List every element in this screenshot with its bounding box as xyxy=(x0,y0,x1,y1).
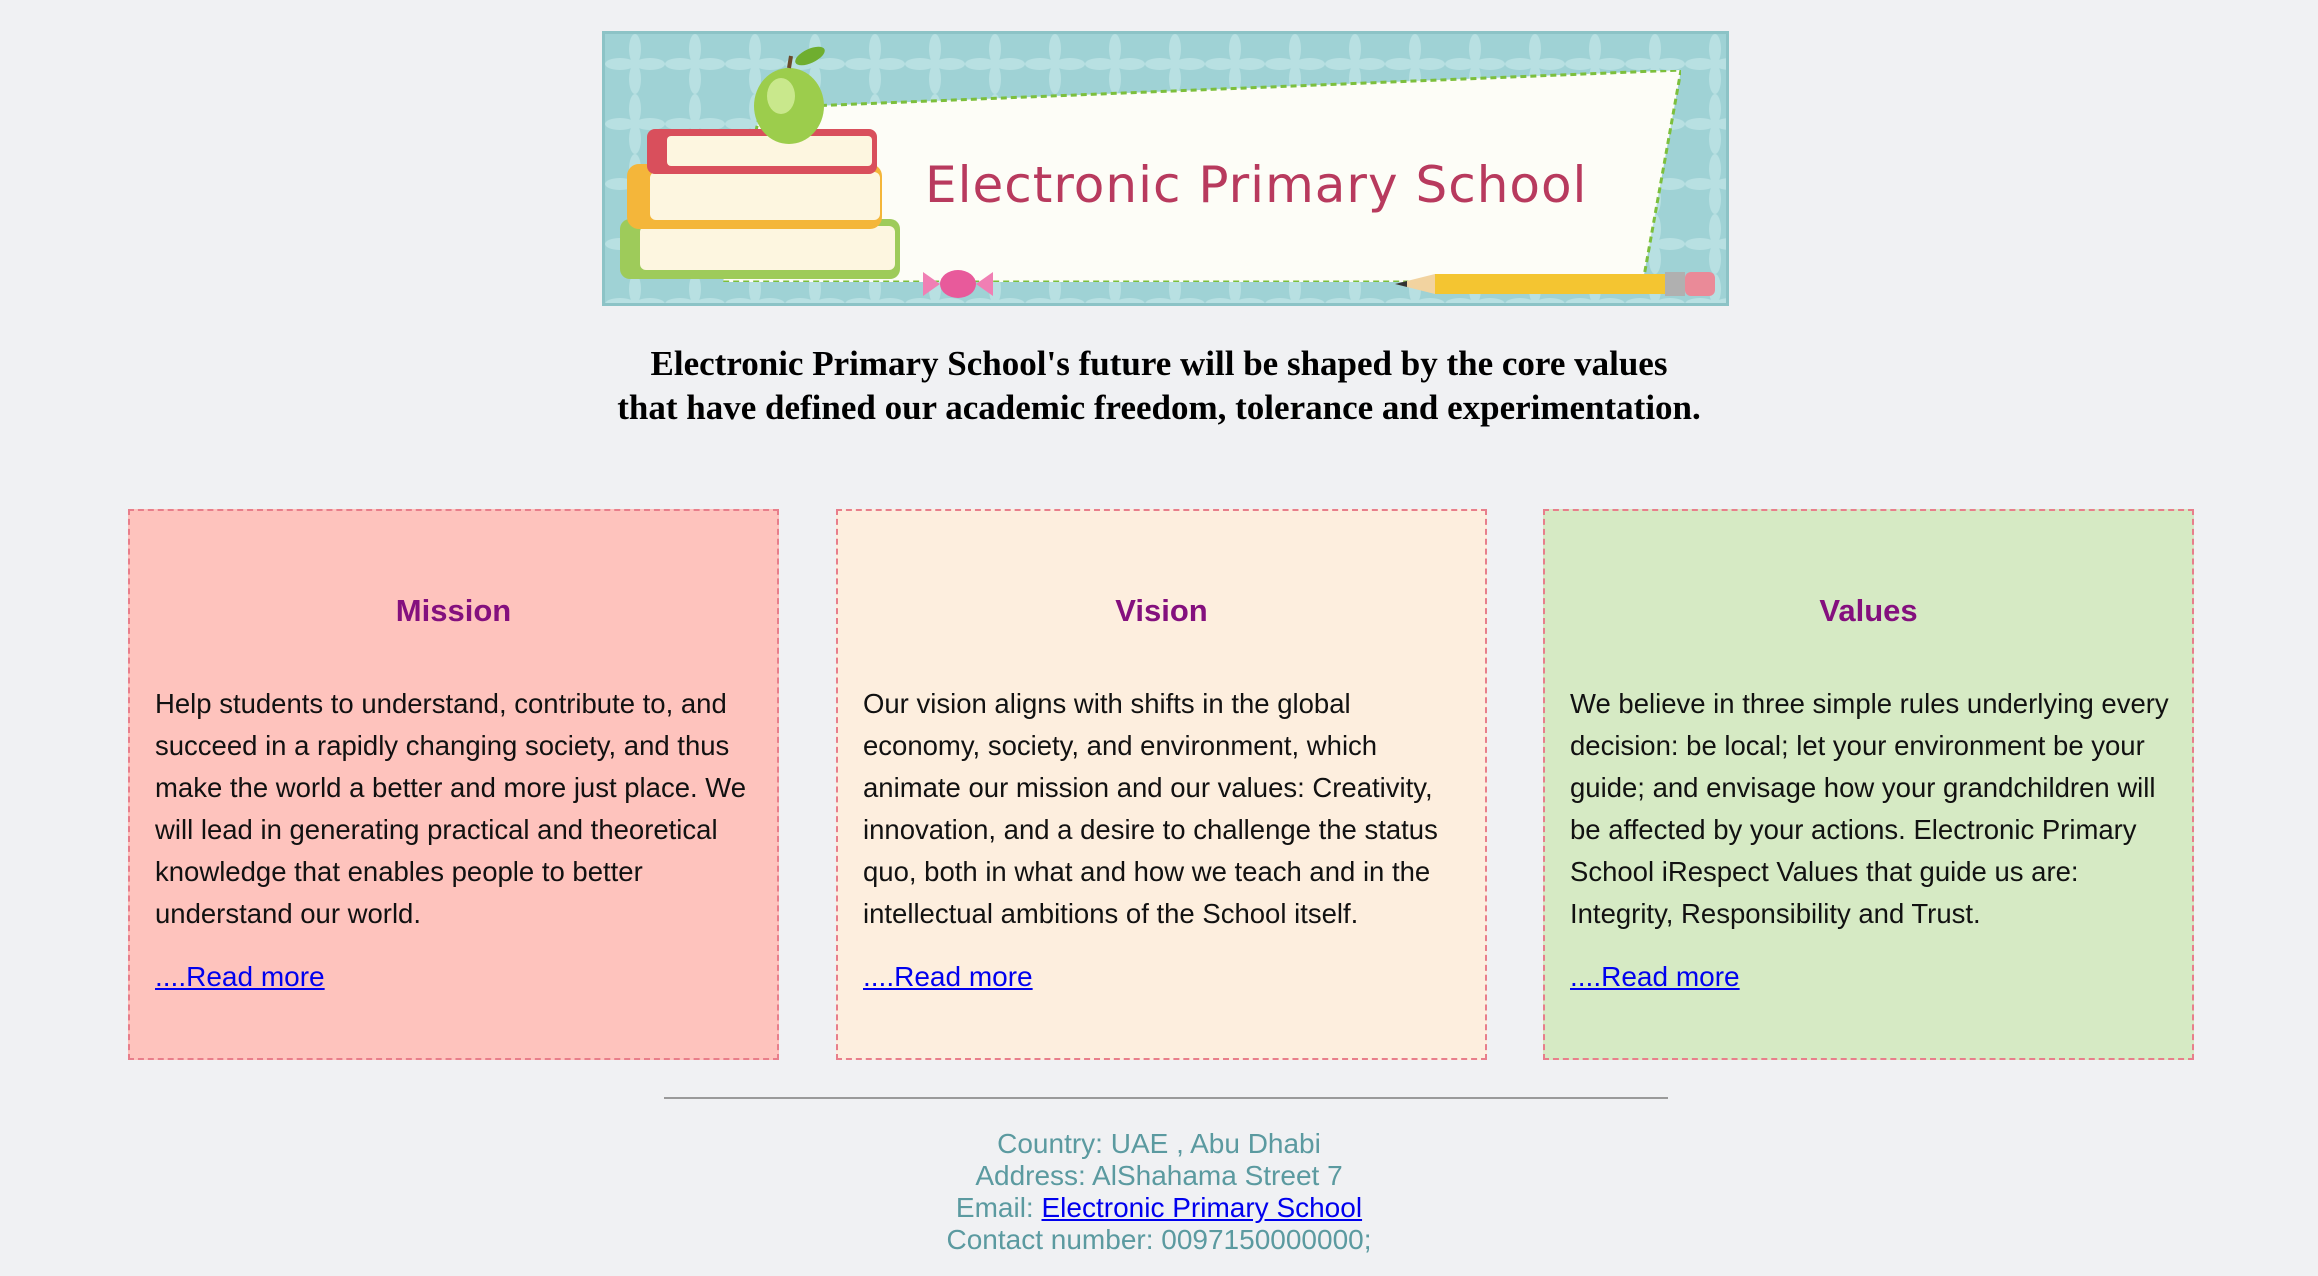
school-tagline: Electronic Primary School's future will … xyxy=(0,342,2318,430)
footer: Country: UAE , Abu Dhabi Address: AlShah… xyxy=(0,1128,2318,1256)
footer-country: Country: UAE , Abu Dhabi xyxy=(997,1128,1321,1159)
footer-divider xyxy=(664,1097,1668,1099)
banner-title: Electronic Primary School xyxy=(925,156,1588,214)
candy-icon xyxy=(923,270,993,298)
values-text: We believe in three simple rules underly… xyxy=(1570,688,2169,929)
pencil-icon xyxy=(1395,272,1715,296)
school-banner: Electronic Primary School xyxy=(602,31,1729,306)
vision-read-more-link[interactable]: ....Read more xyxy=(863,961,1033,993)
footer-email-link[interactable]: Electronic Primary School xyxy=(1042,1192,1363,1223)
mission-card: Mission Help students to understand, con… xyxy=(128,509,779,1060)
values-title: Values xyxy=(1819,593,1918,628)
mission-read-more-link[interactable]: ....Read more xyxy=(155,961,325,993)
footer-contact: Contact number: 0097150000000; xyxy=(946,1224,1372,1255)
vision-card: Vision Our vision aligns with shifts in … xyxy=(836,509,1487,1060)
values-read-more-link[interactable]: ....Read more xyxy=(1570,961,1740,993)
page: Electronic Primary School Electronic Pri… xyxy=(0,0,2318,1276)
footer-address: Address: AlShahama Street 7 xyxy=(975,1160,1343,1191)
tagline-line-2: that have defined our academic freedom, … xyxy=(617,388,1701,427)
footer-email: Email: Electronic Primary School xyxy=(0,1192,2318,1224)
mission-title: Mission xyxy=(395,593,512,628)
books-icon xyxy=(620,129,900,279)
vision-title: Vision xyxy=(1115,593,1208,628)
values-card: Values We believe in three simple rules … xyxy=(1543,509,2194,1060)
tagline-line-1: Electronic Primary School's future will … xyxy=(650,344,1668,383)
apple-icon xyxy=(754,46,825,144)
vision-text: Our vision aligns with shifts in the glo… xyxy=(863,688,1438,929)
footer-email-label: Email: xyxy=(955,1192,1034,1223)
mission-text: Help students to understand, contribute … xyxy=(155,688,747,929)
